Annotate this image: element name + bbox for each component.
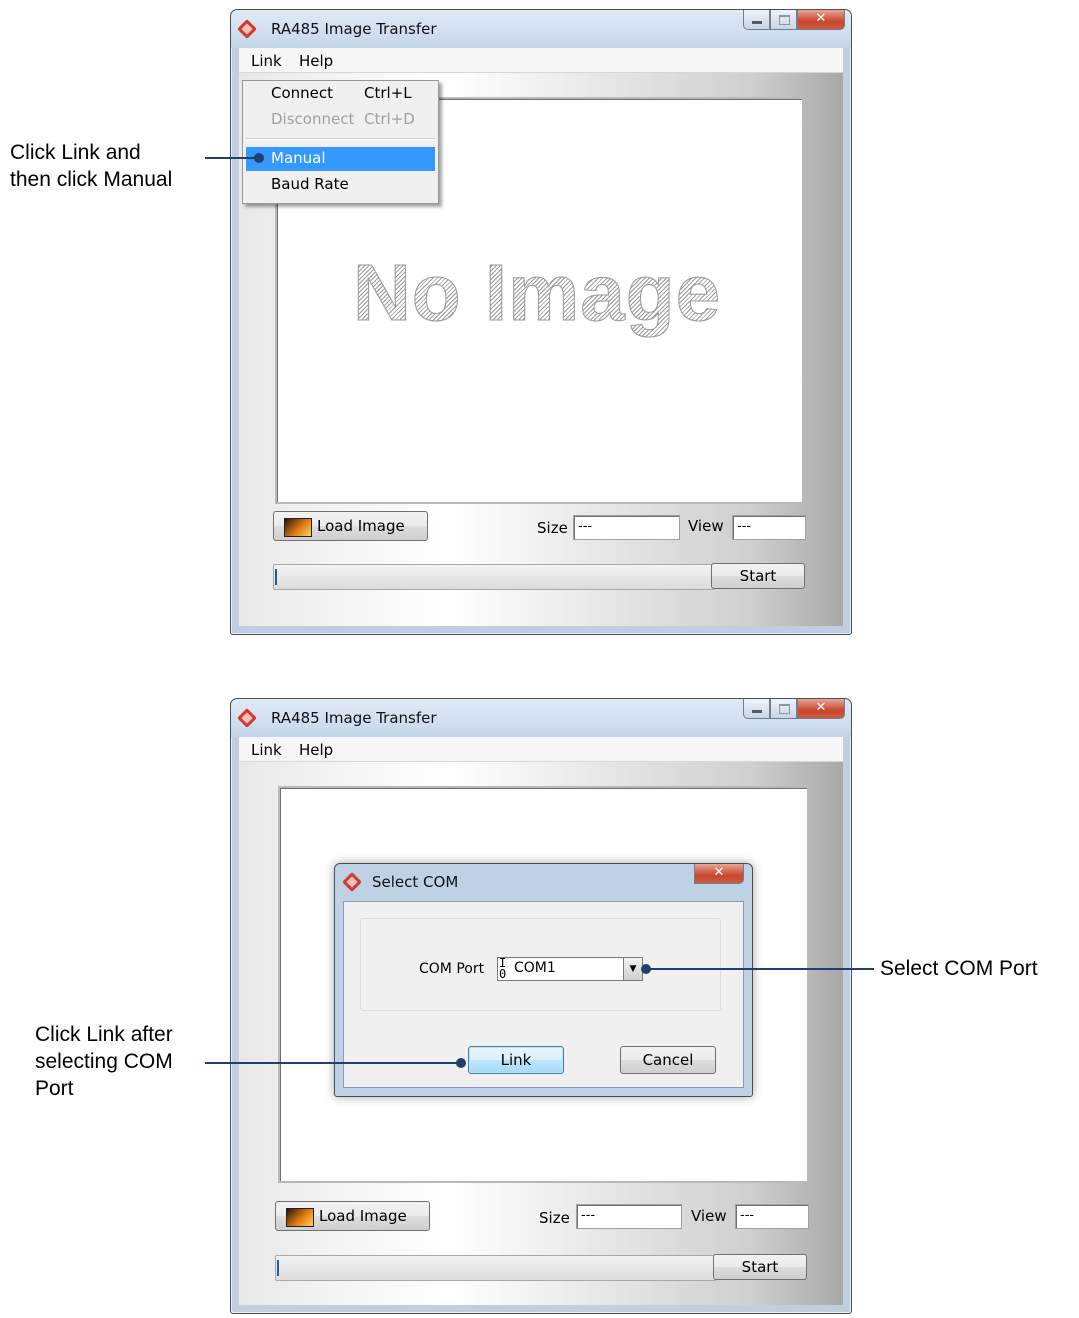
load-image-button[interactable]: Load Image xyxy=(273,511,428,541)
app-icon xyxy=(342,872,362,892)
view-label: View xyxy=(688,517,724,535)
close-button[interactable]: ✕ xyxy=(694,864,744,884)
window-title: RA485 Image Transfer xyxy=(271,709,437,727)
io-port-icon: I0 xyxy=(499,956,507,981)
top-app-window: RA485 Image Transfer ✕ Link Help No Imag… xyxy=(230,9,852,635)
chevron-down-icon[interactable]: ▼ xyxy=(623,958,642,980)
maximize-button[interactable] xyxy=(770,699,797,719)
annotation-link-after: Click Link after selecting COM Port xyxy=(35,1021,173,1102)
annotation-line-2: selecting COM xyxy=(35,1050,173,1073)
menu-item-connect[interactable]: Connect Ctrl+L xyxy=(246,82,435,106)
app-icon xyxy=(237,19,257,39)
annotation-dot-link xyxy=(456,1058,466,1068)
annotation-manual: Click Link and then click Manual xyxy=(10,139,172,193)
menu-item-shortcut: Ctrl+D xyxy=(364,110,415,128)
view-label: View xyxy=(691,1207,727,1225)
menu-item-shortcut: Ctrl+L xyxy=(364,84,412,102)
no-image-placeholder: No Image xyxy=(352,248,722,338)
close-button[interactable]: ✕ xyxy=(797,10,845,30)
title-bar[interactable]: RA485 Image Transfer ✕ xyxy=(231,699,851,737)
menu-bar: Link Help xyxy=(239,48,843,73)
progress-bar xyxy=(273,564,715,590)
annotation-connector-manual xyxy=(205,157,260,159)
menu-help[interactable]: Help xyxy=(299,741,333,759)
app-icon xyxy=(237,708,257,728)
load-image-label: Load Image xyxy=(317,517,405,535)
menu-item-label: Manual xyxy=(271,149,326,167)
annotation-line-3: Port xyxy=(35,1077,74,1100)
dialog-body: COM Port I0 COM1 ▼ Link Cancel xyxy=(343,901,744,1088)
image-icon xyxy=(286,1208,314,1227)
title-bar[interactable]: RA485 Image Transfer ✕ xyxy=(231,10,851,48)
bottom-app-window: RA485 Image Transfer ✕ Link Help Load Im… xyxy=(230,698,852,1314)
maximize-button[interactable] xyxy=(770,10,797,30)
annotation-dot-manual xyxy=(254,153,264,163)
image-icon xyxy=(284,518,312,537)
menu-item-manual[interactable]: Manual xyxy=(246,147,435,171)
menu-item-label: Disconnect xyxy=(271,110,355,128)
link-menu-dropdown: Connect Ctrl+L Disconnect Ctrl+D Manual … xyxy=(242,80,439,204)
size-field[interactable]: --- xyxy=(573,515,680,540)
com-port-label: COM Port xyxy=(419,961,485,977)
menu-help[interactable]: Help xyxy=(299,52,333,70)
size-label: Size xyxy=(537,519,568,537)
annotation-line-1: Click Link after xyxy=(35,1023,173,1046)
annotation-connector-com xyxy=(646,968,874,970)
menu-item-baud-rate[interactable]: Baud Rate xyxy=(246,173,435,197)
menu-link[interactable]: Link xyxy=(251,52,282,70)
menu-item-label: Connect xyxy=(271,84,334,102)
menu-link[interactable]: Link xyxy=(251,741,282,759)
view-field[interactable]: --- xyxy=(732,515,806,540)
menu-bar: Link Help xyxy=(239,737,843,762)
annotation-dot-com xyxy=(641,964,651,974)
menu-item-label: Baud Rate xyxy=(271,175,349,193)
annotation-line-2: then click Manual xyxy=(10,168,173,191)
menu-separator xyxy=(246,138,435,140)
annotation-line-1: Click Link and xyxy=(10,141,141,164)
com-port-value: COM1 xyxy=(514,960,556,976)
progress-bar xyxy=(275,1255,717,1281)
annotation-connector-link xyxy=(205,1062,460,1064)
com-port-select[interactable]: I0 COM1 ▼ xyxy=(497,957,643,981)
view-field[interactable]: --- xyxy=(735,1204,809,1229)
dialog-title: Select COM xyxy=(372,873,459,891)
window-title: RA485 Image Transfer xyxy=(271,20,437,38)
start-button[interactable]: Start xyxy=(711,563,805,589)
minimize-button[interactable] xyxy=(743,10,770,30)
minimize-button[interactable] xyxy=(743,699,770,719)
size-field[interactable]: --- xyxy=(576,1204,682,1229)
start-button[interactable]: Start xyxy=(713,1254,807,1280)
link-button[interactable]: Link xyxy=(468,1046,564,1074)
size-label: Size xyxy=(539,1209,570,1227)
load-image-button[interactable]: Load Image xyxy=(275,1201,430,1231)
cancel-button[interactable]: Cancel xyxy=(620,1046,716,1074)
menu-item-disconnect[interactable]: Disconnect Ctrl+D xyxy=(246,108,435,132)
load-image-label: Load Image xyxy=(319,1207,407,1225)
close-button[interactable]: ✕ xyxy=(797,699,845,719)
annotation-select-com: Select COM Port xyxy=(880,957,1038,980)
